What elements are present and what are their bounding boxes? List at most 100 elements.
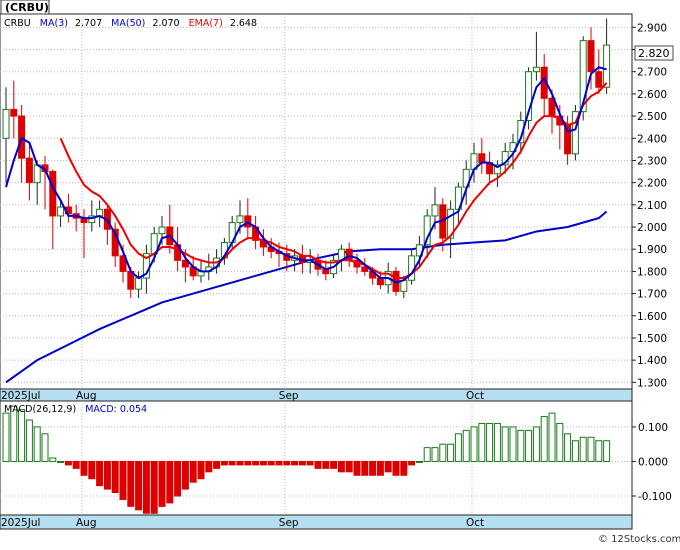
macd-bar	[564, 433, 572, 462]
macd-bar	[275, 460, 283, 466]
macd-bar	[400, 460, 408, 476]
macd-bar	[96, 460, 104, 487]
chart-svg: 2.9002.8002.7002.6002.5002.4002.3002.200…	[0, 0, 680, 545]
macd-bar	[579, 436, 587, 462]
price-tick-label: 2.400	[637, 133, 667, 145]
candle-body	[57, 206, 65, 217]
macd-bar	[283, 460, 291, 466]
macd-bar	[322, 460, 330, 469]
macd-bar	[33, 426, 41, 462]
macd-bar	[291, 460, 299, 466]
macd-bar	[41, 433, 49, 462]
legend-ma3-label: MA(3)	[40, 18, 68, 29]
macd-bar	[298, 460, 306, 466]
macd-bar	[462, 429, 470, 462]
macd-bar	[423, 447, 431, 462]
legend-ma50-label: MA(50)	[111, 18, 145, 29]
macd-bar	[267, 460, 275, 466]
x-tick-label: Oct	[466, 390, 484, 402]
price-tick-label: 1.700	[637, 289, 667, 301]
macd-bar	[525, 429, 533, 462]
price-tick-label: 2.100	[637, 200, 667, 212]
macd-bar	[548, 412, 556, 462]
macd-axis: 0.100 0.000 -0.100	[632, 422, 672, 503]
macd-bar	[337, 460, 345, 473]
macd-bar	[88, 460, 96, 480]
macd-bar	[595, 440, 603, 462]
x-tick-label: Aug	[76, 390, 97, 402]
macd-x-tick-label: Oct	[466, 517, 484, 529]
price-tick-label: 1.600	[637, 311, 667, 323]
macd-bar	[220, 460, 228, 466]
price-tick-label: 1.900	[637, 244, 667, 256]
macd-bar	[2, 412, 10, 462]
price-axis: 2.9002.8002.7002.6002.5002.4002.3002.200…	[632, 22, 667, 389]
candle-body	[25, 157, 33, 184]
macd-legend: MACD(26,12,9) MACD: 0.054	[4, 404, 147, 415]
macd-bar	[64, 460, 72, 466]
macd-bar	[252, 460, 260, 466]
macd-bar	[181, 460, 189, 490]
macd-bar	[439, 443, 447, 462]
macd-bar	[111, 460, 119, 494]
macd-bar	[205, 460, 213, 473]
candle-body	[587, 40, 595, 73]
macd-bar	[49, 457, 57, 462]
macd-bar	[213, 460, 221, 469]
macd-bar	[415, 460, 423, 463]
macd-legend-label: MACD(26,12,9)	[4, 404, 76, 415]
macd-x-tick-label: Aug	[76, 517, 97, 529]
candle-body	[158, 226, 166, 235]
macd-bar	[244, 460, 252, 466]
macd-bar	[532, 426, 540, 462]
legend-ma3-value: 2.707	[75, 18, 102, 29]
x-tick-label: 2025Jul	[1, 390, 40, 402]
macd-bar	[228, 460, 236, 466]
macd-bar	[540, 416, 548, 462]
macd-bar	[236, 460, 244, 466]
macd-bar	[478, 422, 486, 462]
macd-tick-label: 0.100	[638, 422, 668, 434]
macd-bar	[408, 460, 416, 466]
legend-ma50-value: 2.070	[152, 18, 179, 29]
macd-bar	[369, 460, 377, 476]
macd-bar	[447, 443, 455, 462]
price-tick-label: 2.700	[637, 67, 667, 79]
price-tick-label: 2.000	[637, 222, 667, 234]
macd-bar	[517, 429, 525, 462]
candle-body	[595, 71, 603, 88]
candle-body	[603, 44, 611, 88]
candle-body	[431, 204, 439, 217]
macd-bar	[509, 426, 517, 462]
macd-bar	[135, 460, 143, 511]
macd-bar	[486, 422, 494, 462]
price-tick-label: 1.800	[637, 266, 667, 278]
candle-body	[478, 153, 486, 164]
macd-bar	[392, 460, 400, 476]
macd-bar	[259, 460, 267, 466]
price-tick-label: 2.200	[637, 178, 667, 190]
legend-ema7-label: EMA(7)	[189, 18, 223, 29]
macd-bar	[345, 460, 353, 473]
macd-bar	[119, 460, 127, 500]
price-tick-label: 2.900	[637, 22, 667, 34]
macd-bar	[127, 460, 135, 507]
macd-bar	[197, 460, 205, 480]
macd-bar	[587, 436, 595, 462]
price-tick-label: 1.500	[637, 333, 667, 345]
macd-bar	[571, 440, 579, 462]
macd-bar	[353, 460, 361, 476]
candle-body	[532, 66, 540, 73]
price-tick-label: 2.300	[637, 155, 667, 167]
legend-ema7-value: 2.648	[230, 18, 257, 29]
candle-body	[2, 108, 10, 139]
candle	[571, 104, 579, 161]
price-tick-label: 2.600	[637, 89, 667, 101]
price-tick-label: 1.300	[637, 377, 667, 389]
price-tick-label: 2.500	[637, 111, 667, 123]
macd-bar	[556, 422, 564, 462]
macd-bar	[454, 433, 462, 462]
macd-bar	[603, 440, 611, 462]
candle-body	[10, 108, 18, 117]
macd-bar	[150, 460, 158, 514]
